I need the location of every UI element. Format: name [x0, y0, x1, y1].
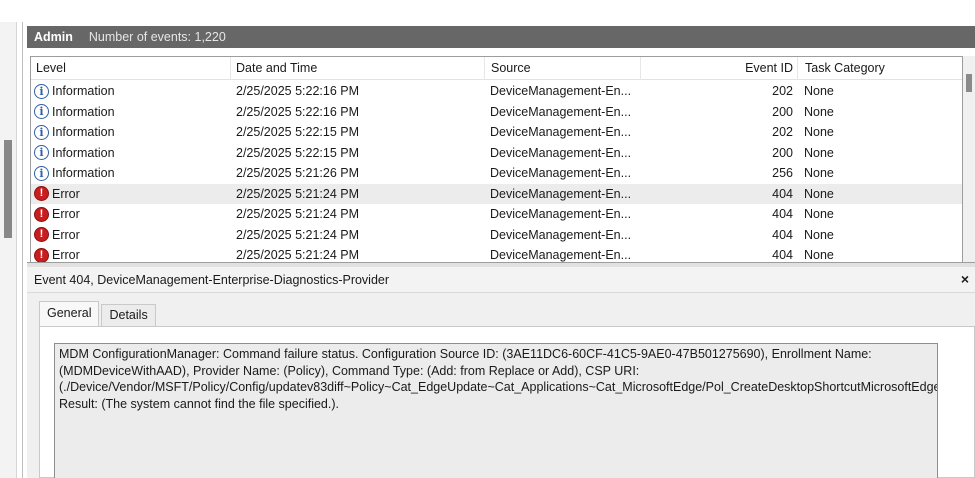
- cell-task-category: None: [804, 145, 834, 160]
- cell-event-id: 404: [772, 227, 793, 242]
- cell-source: DeviceManagement-En...: [490, 248, 632, 262]
- column-header-source[interactable]: Source: [484, 57, 640, 80]
- error-icon: !: [34, 206, 49, 222]
- info-icon: i: [34, 83, 49, 99]
- level-text: Information: [52, 125, 115, 139]
- column-header-task-category[interactable]: Task Category: [797, 57, 962, 80]
- cell-task-category: None: [804, 186, 834, 201]
- tab-general[interactable]: General: [39, 301, 100, 326]
- level-text: Information: [52, 84, 115, 98]
- error-icon: !: [34, 186, 49, 202]
- cell-date: 2/25/2025 5:22:16 PM: [236, 104, 360, 119]
- cell-date: 2/25/2025 5:21:24 PM: [236, 227, 360, 242]
- cell-event-id: 404: [772, 248, 793, 262]
- cell-source: DeviceManagement-En...: [490, 166, 632, 180]
- left-pane-scrollbar[interactable]: [0, 22, 17, 478]
- cell-event-id: 202: [772, 125, 793, 139]
- column-header-event-id[interactable]: Event ID: [640, 57, 793, 80]
- cell-event-id: 200: [772, 145, 793, 160]
- level-text: Information: [52, 145, 115, 160]
- event-detail-header: Event 404, DeviceManagement-Enterprise-D…: [27, 267, 975, 293]
- cell-source: DeviceManagement-En...: [490, 145, 632, 160]
- cell-level: i Information: [34, 122, 230, 143]
- table-scroll-thumb[interactable]: [966, 74, 972, 92]
- cell-source: DeviceManagement-En...: [490, 227, 632, 242]
- event-count: Number of events: 1,220: [88, 30, 226, 44]
- error-icon: !: [34, 227, 49, 243]
- pane-divider[interactable]: [22, 22, 23, 478]
- table-row[interactable]: ! Error 2/25/2025 5:21:24 PM DeviceManageme…: [31, 245, 962, 262]
- event-detail-body: General Details MDM ConfigurationManager…: [27, 293, 975, 478]
- cell-event-id: 200: [772, 104, 793, 119]
- table-row[interactable]: i Information 2/25/2025 5:21:26 PM DeviceMa…: [31, 163, 962, 184]
- cell-event-id: 202: [772, 84, 793, 98]
- table-scrollbar[interactable]: [963, 56, 975, 262]
- level-text: Error: [52, 207, 80, 221]
- cell-source: DeviceManagement-En...: [490, 186, 632, 201]
- column-header-date[interactable]: Date and Time: [230, 57, 484, 80]
- info-icon: i: [34, 165, 49, 181]
- general-tab-panel: MDM ConfigurationManager: Command failur…: [39, 326, 975, 478]
- cell-level: i Information: [34, 163, 230, 184]
- cell-level: ! Error: [34, 204, 230, 225]
- level-text: Error: [52, 186, 80, 201]
- log-title: Admin: [34, 30, 73, 44]
- log-header: Admin Number of events: 1,220: [27, 26, 975, 48]
- cell-date: 2/25/2025 5:21:24 PM: [236, 248, 360, 262]
- info-icon: i: [34, 145, 49, 161]
- table-row[interactable]: ! Error 2/25/2025 5:21:24 PM DeviceManageme…: [31, 204, 962, 225]
- level-text: Error: [52, 248, 80, 262]
- cell-level: i Information: [34, 143, 230, 164]
- cell-source: DeviceManagement-En...: [490, 104, 632, 119]
- cell-date: 2/25/2025 5:22:15 PM: [236, 145, 360, 160]
- cell-level: ! Error: [34, 245, 230, 262]
- cell-event-id: 404: [772, 207, 793, 221]
- table-row[interactable]: i Information 2/25/2025 5:22:16 PM DeviceMa…: [31, 102, 962, 123]
- cell-level: i Information: [34, 102, 230, 123]
- info-icon: i: [34, 124, 49, 140]
- cell-date: 2/25/2025 5:22:16 PM: [236, 84, 360, 98]
- cell-date: 2/25/2025 5:21:24 PM: [236, 186, 360, 201]
- cell-task-category: None: [804, 166, 834, 180]
- error-icon: !: [34, 247, 49, 262]
- level-text: Error: [52, 227, 80, 242]
- cell-date: 2/25/2025 5:21:26 PM: [236, 166, 360, 180]
- cell-task-category: None: [804, 227, 834, 242]
- left-pane-scroll-thumb[interactable]: [4, 140, 12, 238]
- cell-source: DeviceManagement-En...: [490, 125, 632, 139]
- cell-source: DeviceManagement-En...: [490, 84, 632, 98]
- close-icon[interactable]: ×: [957, 270, 973, 288]
- table-header: Level Date and Time Source Event ID Task…: [31, 57, 962, 80]
- cell-date: 2/25/2025 5:22:15 PM: [236, 125, 360, 139]
- event-description[interactable]: MDM ConfigurationManager: Command failur…: [54, 343, 938, 478]
- cell-level: ! Error: [34, 225, 230, 246]
- cell-task-category: None: [804, 248, 834, 262]
- cell-task-category: None: [804, 207, 834, 221]
- cell-source: DeviceManagement-En...: [490, 207, 632, 221]
- events-table: Level Date and Time Source Event ID Task…: [30, 56, 963, 262]
- table-row[interactable]: ! Error 2/25/2025 5:21:24 PM DeviceManageme…: [31, 183, 962, 205]
- tab-details[interactable]: Details: [101, 304, 156, 326]
- table-row[interactable]: ! Error 2/25/2025 5:21:24 PM DeviceManageme…: [31, 225, 962, 246]
- event-detail-title: Event 404, DeviceManagement-Enterprise-D…: [34, 273, 390, 287]
- cell-event-id: 404: [772, 186, 793, 201]
- column-header-level[interactable]: Level: [36, 57, 232, 80]
- cell-date: 2/25/2025 5:21:24 PM: [236, 207, 360, 221]
- level-text: Information: [52, 166, 115, 180]
- info-icon: i: [34, 104, 49, 120]
- cell-event-id: 256: [772, 166, 793, 180]
- cell-level: i Information: [34, 81, 230, 102]
- cell-task-category: None: [804, 104, 834, 119]
- detail-tabs: General Details: [39, 301, 158, 326]
- cell-level: ! Error: [34, 184, 230, 205]
- table-row[interactable]: i Information 2/25/2025 5:22:15 PM DeviceMa…: [31, 122, 962, 143]
- cell-task-category: None: [804, 84, 834, 98]
- table-row[interactable]: i Information 2/25/2025 5:22:16 PM DeviceMa…: [31, 81, 962, 102]
- level-text: Information: [52, 104, 115, 119]
- table-row[interactable]: i Information 2/25/2025 5:22:15 PM DeviceMa…: [31, 143, 962, 164]
- cell-task-category: None: [804, 125, 834, 139]
